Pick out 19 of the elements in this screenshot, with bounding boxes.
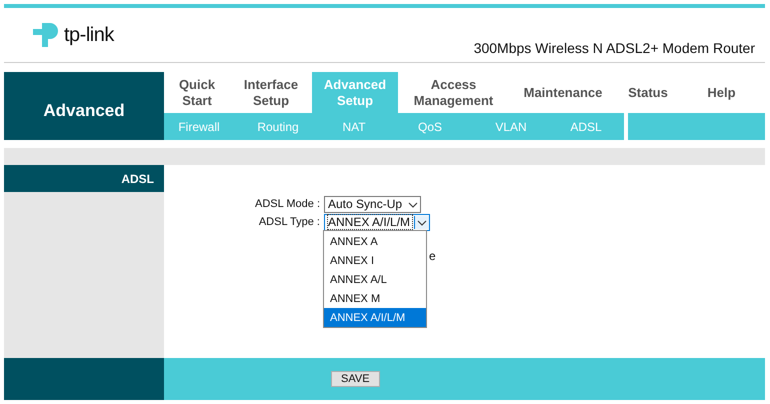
side-heading: ADSL: [4, 165, 164, 192]
brand-logo-text: tp-link: [64, 24, 114, 46]
logo-icon: [30, 21, 60, 49]
menu-tab[interactable]: Access Management: [398, 72, 509, 113]
field-label: ADSL Mode :: [254, 198, 320, 210]
menu-tab[interactable]: Status: [617, 72, 679, 113]
caret-icon[interactable]: [414, 216, 430, 228]
menu-tab[interactable]: Interface Setup: [230, 72, 312, 113]
select-field[interactable]: Auto Sync-Up: [324, 196, 422, 212]
field-label: ADSL Type :: [258, 216, 320, 228]
menu-tab[interactable]: Maintenance: [509, 72, 617, 113]
menu-tab[interactable]: Quick Start: [164, 72, 230, 113]
section-title: Advanced: [4, 72, 164, 140]
dropdown-option[interactable]: ANNEX A/I/L/M: [324, 308, 426, 327]
covered-text: e: [429, 249, 436, 263]
select-field[interactable]: ANNEX A/I/L/M: [324, 214, 430, 230]
menu-tab[interactable]: Help: [679, 72, 764, 113]
save-button[interactable]: SAVE: [331, 371, 380, 387]
product-name: 300Mbps Wireless N ADSL2+ Modem Router: [474, 40, 755, 56]
